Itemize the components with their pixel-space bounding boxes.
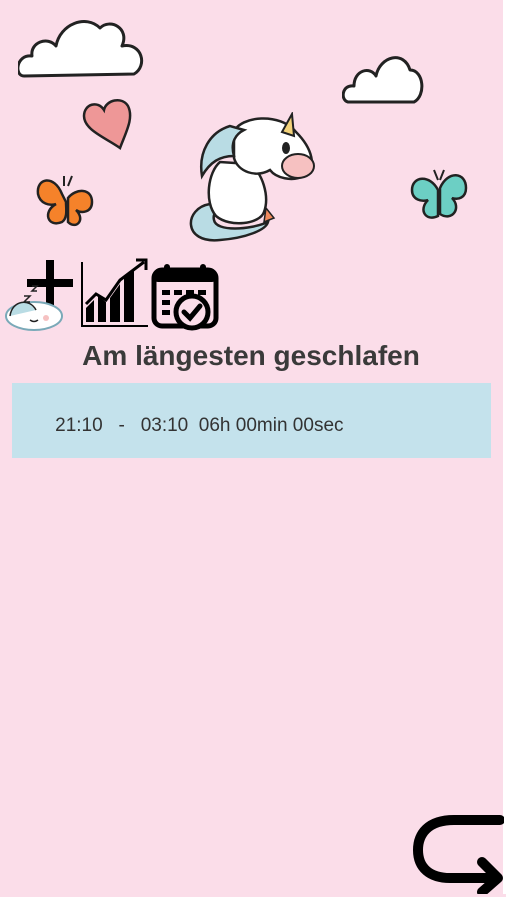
add-sleep-icon <box>5 260 73 331</box>
page-title: Am längesten geschlafen <box>82 340 420 371</box>
end-time: 03:10 <box>140 415 189 436</box>
calendar-button[interactable] <box>150 262 220 332</box>
toolbar <box>2 256 222 332</box>
cloud-left-icon <box>18 20 144 78</box>
statistics-button[interactable] <box>78 258 150 330</box>
unicorn-icon <box>189 112 315 242</box>
butterfly-orange-icon <box>36 175 94 227</box>
cloud-right-icon <box>342 56 424 104</box>
list-item: 21:10 - 03:10 06h 00min 00sec <box>34 393 344 459</box>
time-separator: - <box>118 415 125 436</box>
heart-icon <box>82 98 132 150</box>
back-arrow-icon <box>412 815 505 897</box>
calendar-check-icon <box>151 264 219 331</box>
add-sleep-button[interactable] <box>2 256 76 332</box>
back-button[interactable] <box>410 812 505 897</box>
start-time: 21:10 <box>55 415 103 436</box>
statistics-chart-icon <box>81 258 148 327</box>
butterfly-teal-icon <box>410 169 468 219</box>
sleep-duration: 06h 00min 00sec <box>198 415 344 436</box>
longest-sleep-list: 21:10 - 03:10 06h 00min 00sec <box>12 383 491 458</box>
